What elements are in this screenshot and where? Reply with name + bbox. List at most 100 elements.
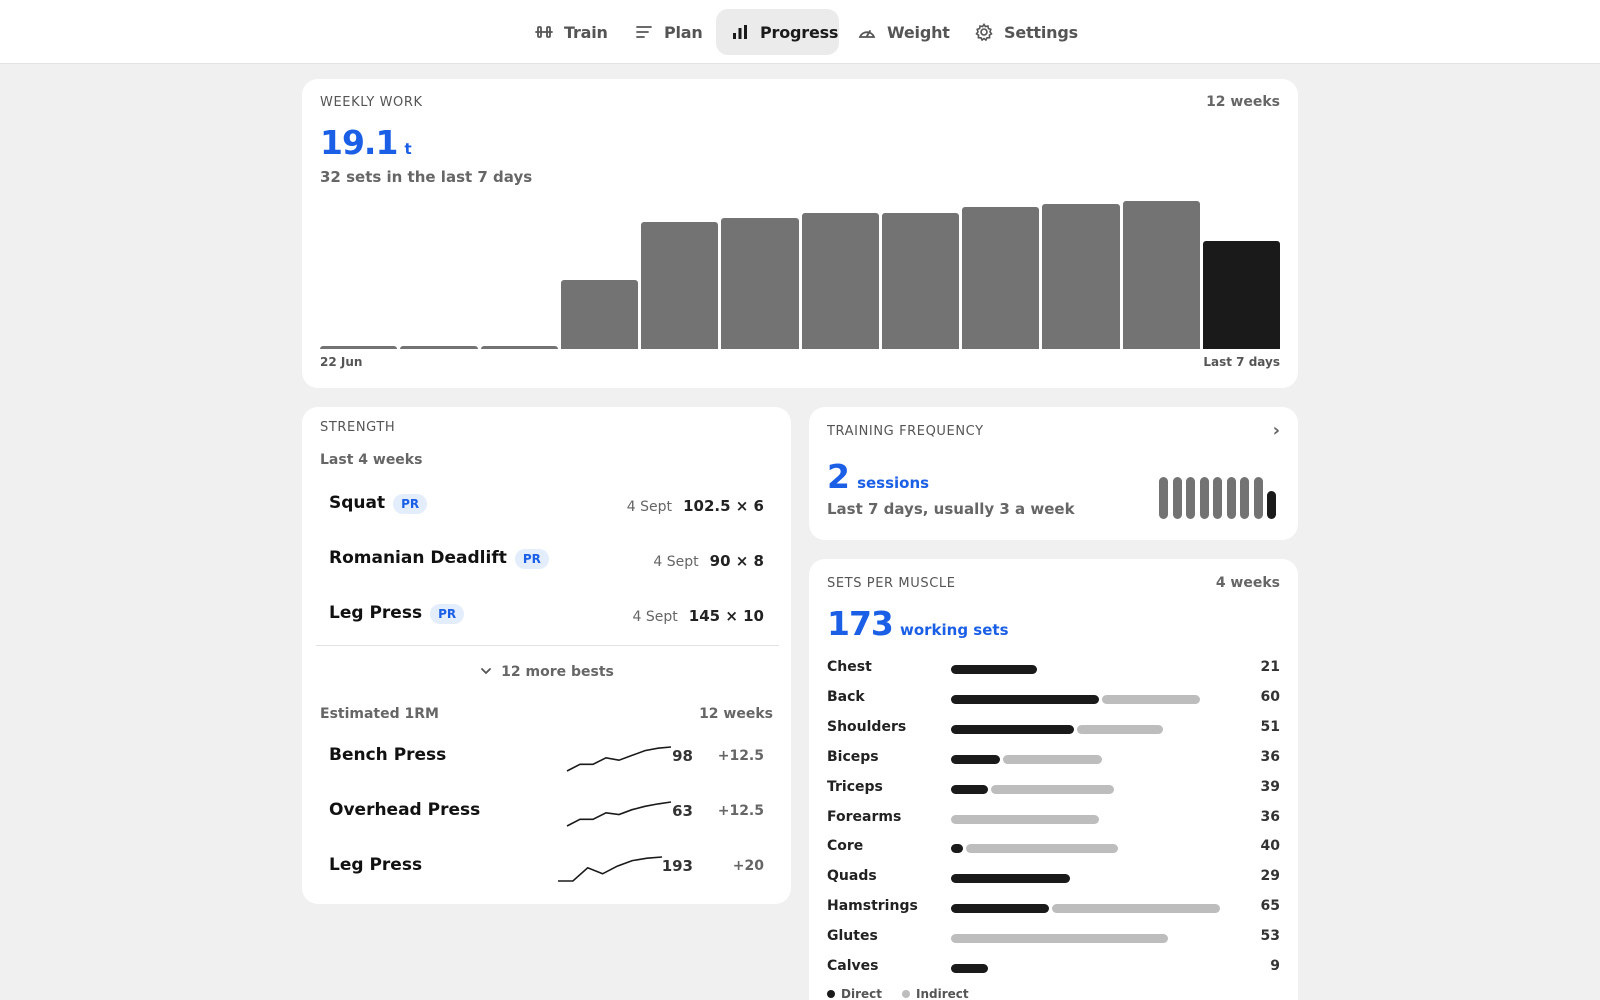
week-bar[interactable] (962, 206, 1040, 349)
muscle-title: SETS PER MUSCLE (827, 576, 956, 591)
e1rm-range: 12 weeks (699, 706, 773, 722)
week-bar[interactable] (801, 212, 879, 349)
muscle-range: 4 weeks (1215, 575, 1280, 591)
e1rm-value: 98 (672, 747, 693, 765)
weekly-work-range: 12 weeks (1206, 94, 1280, 110)
frequency-week-bar (1172, 477, 1182, 519)
training-frequency-card[interactable]: TRAINING FREQUENCY › 2 sessions Last 7 d… (809, 407, 1298, 540)
tab-label: Progress (760, 22, 839, 42)
week-bar[interactable] (641, 221, 719, 349)
muscle-sets-value: 65 (1260, 898, 1280, 915)
best-value: 102.5 × 6 (683, 497, 764, 515)
muscle-name: Shoulders (827, 718, 907, 735)
best-row[interactable]: Squat PR 4 Sept 102.5 × 6 (311, 479, 782, 529)
e1rm-row[interactable]: Overhead Press 63 +12.5 (311, 786, 782, 836)
muscle-name: Forearms (827, 808, 902, 825)
direct-sets-bar (951, 904, 1050, 914)
dumbbell-icon (534, 22, 554, 42)
week-bar[interactable] (560, 279, 638, 349)
muscle-row: Core 40 (809, 836, 1298, 860)
top-navigation: Train Plan Progress Weight Settings (0, 0, 1600, 64)
muscle-name: Back (827, 688, 865, 705)
more-bests-button[interactable]: 12 more bests (302, 657, 791, 687)
weekly-work-subtitle: 32 sets in the last 7 days (320, 168, 533, 186)
e1rm-row[interactable]: Leg Press 193 +20 (311, 841, 782, 891)
tab-label: Settings (1004, 22, 1078, 42)
frequency-mini-chart (1159, 477, 1279, 521)
week-bar[interactable] (881, 212, 959, 349)
frequency-week-bar (1267, 491, 1276, 519)
best-row[interactable]: Leg Press PR 4 Sept 145 × 10 (311, 589, 782, 639)
week-bar[interactable] (721, 218, 799, 349)
week-bar[interactable] (320, 345, 398, 349)
exercise-name: Leg Press (329, 855, 423, 875)
frequency-week-bar (1253, 477, 1263, 519)
strength-period: Last 4 weeks (320, 452, 423, 468)
muscle-row: Biceps 36 (809, 747, 1298, 771)
gear-icon (974, 22, 994, 42)
muscle-sets-value: 39 (1260, 778, 1280, 795)
muscle-sets-value: 51 (1260, 718, 1280, 735)
week-bar[interactable] (1042, 203, 1120, 349)
week-bar[interactable] (1202, 240, 1280, 349)
muscle-row: Glutes 53 (809, 926, 1298, 950)
muscle-name: Core (827, 838, 864, 855)
indirect-sets-bar (1101, 694, 1200, 704)
tab-settings[interactable]: Settings (960, 9, 1092, 55)
best-value: 90 × 8 (709, 552, 764, 570)
best-date: 4 Sept (626, 499, 672, 515)
week-bar[interactable] (1122, 201, 1200, 349)
indirect-sets-bar (951, 934, 1169, 944)
muscle-legend: Direct Indirect (827, 987, 969, 1000)
week-bar[interactable] (480, 345, 558, 349)
direct-sets-bar (951, 754, 1001, 764)
best-row[interactable]: Romanian Deadlift PR 4 Sept 90 × 8 (311, 534, 782, 584)
e1rm-row[interactable]: Bench Press 98 +12.5 (311, 731, 782, 781)
frequency-week-bar (1213, 477, 1222, 519)
tab-plan[interactable]: Plan (620, 9, 717, 55)
exercise-name: Squat (329, 493, 386, 513)
chevron-right-icon[interactable]: › (1273, 420, 1280, 441)
muscle-sets-value: 40 (1260, 838, 1280, 855)
muscle-sets-value: 9 (1270, 958, 1280, 974)
tab-label: Train (564, 22, 608, 42)
strength-card: STRENGTH Last 4 weeks Squat PR 4 Sept 102… (302, 407, 791, 904)
muscle-total-value: 173 (827, 604, 894, 643)
frequency-week-bar (1226, 477, 1236, 519)
muscle-row: Triceps 39 (809, 777, 1298, 801)
strength-title: STRENGTH (320, 420, 396, 435)
exercise-name: Romanian Deadlift (329, 548, 507, 568)
week-bar[interactable] (400, 345, 478, 349)
indirect-sets-bar (1052, 904, 1221, 914)
list-icon (634, 22, 654, 42)
tab-weight[interactable]: Weight (843, 9, 964, 55)
e1rm-title: Estimated 1RM (320, 706, 439, 722)
frequency-week-bar (1186, 477, 1195, 519)
e1rm-value: 63 (672, 802, 693, 820)
muscle-row: Forearms 36 (809, 807, 1298, 831)
x-axis-start-label: 22 Jun (320, 355, 363, 369)
frequency-subtitle: Last 7 days, usually 3 a week (827, 500, 1075, 518)
muscle-row: Back 60 (809, 687, 1298, 711)
gauge-icon (857, 22, 877, 42)
divider (316, 645, 779, 646)
muscle-sets-value: 53 (1260, 928, 1280, 945)
weekly-bar-chart (320, 191, 1280, 349)
best-date: 4 Sept (653, 554, 699, 570)
muscle-name: Quads (827, 868, 877, 885)
e1rm-delta: +12.5 (717, 803, 764, 819)
frequency-title: TRAINING FREQUENCY (827, 424, 984, 439)
pr-badge: PR (514, 548, 549, 569)
chevron-down-icon (479, 663, 493, 682)
tab-progress[interactable]: Progress (716, 9, 839, 55)
indirect-sets-bar (966, 844, 1118, 854)
muscle-sets-value: 36 (1260, 808, 1280, 825)
muscle-name: Biceps (827, 748, 879, 765)
legend-indirect-swatch (901, 990, 910, 998)
muscle-row: Shoulders 51 (809, 717, 1298, 741)
direct-sets-bar (951, 784, 988, 794)
x-axis-end-label: Last 7 days (1203, 355, 1280, 369)
muscle-name: Calves (827, 958, 879, 974)
tab-train[interactable]: Train (520, 9, 622, 55)
e1rm-delta: +20 (732, 858, 764, 874)
